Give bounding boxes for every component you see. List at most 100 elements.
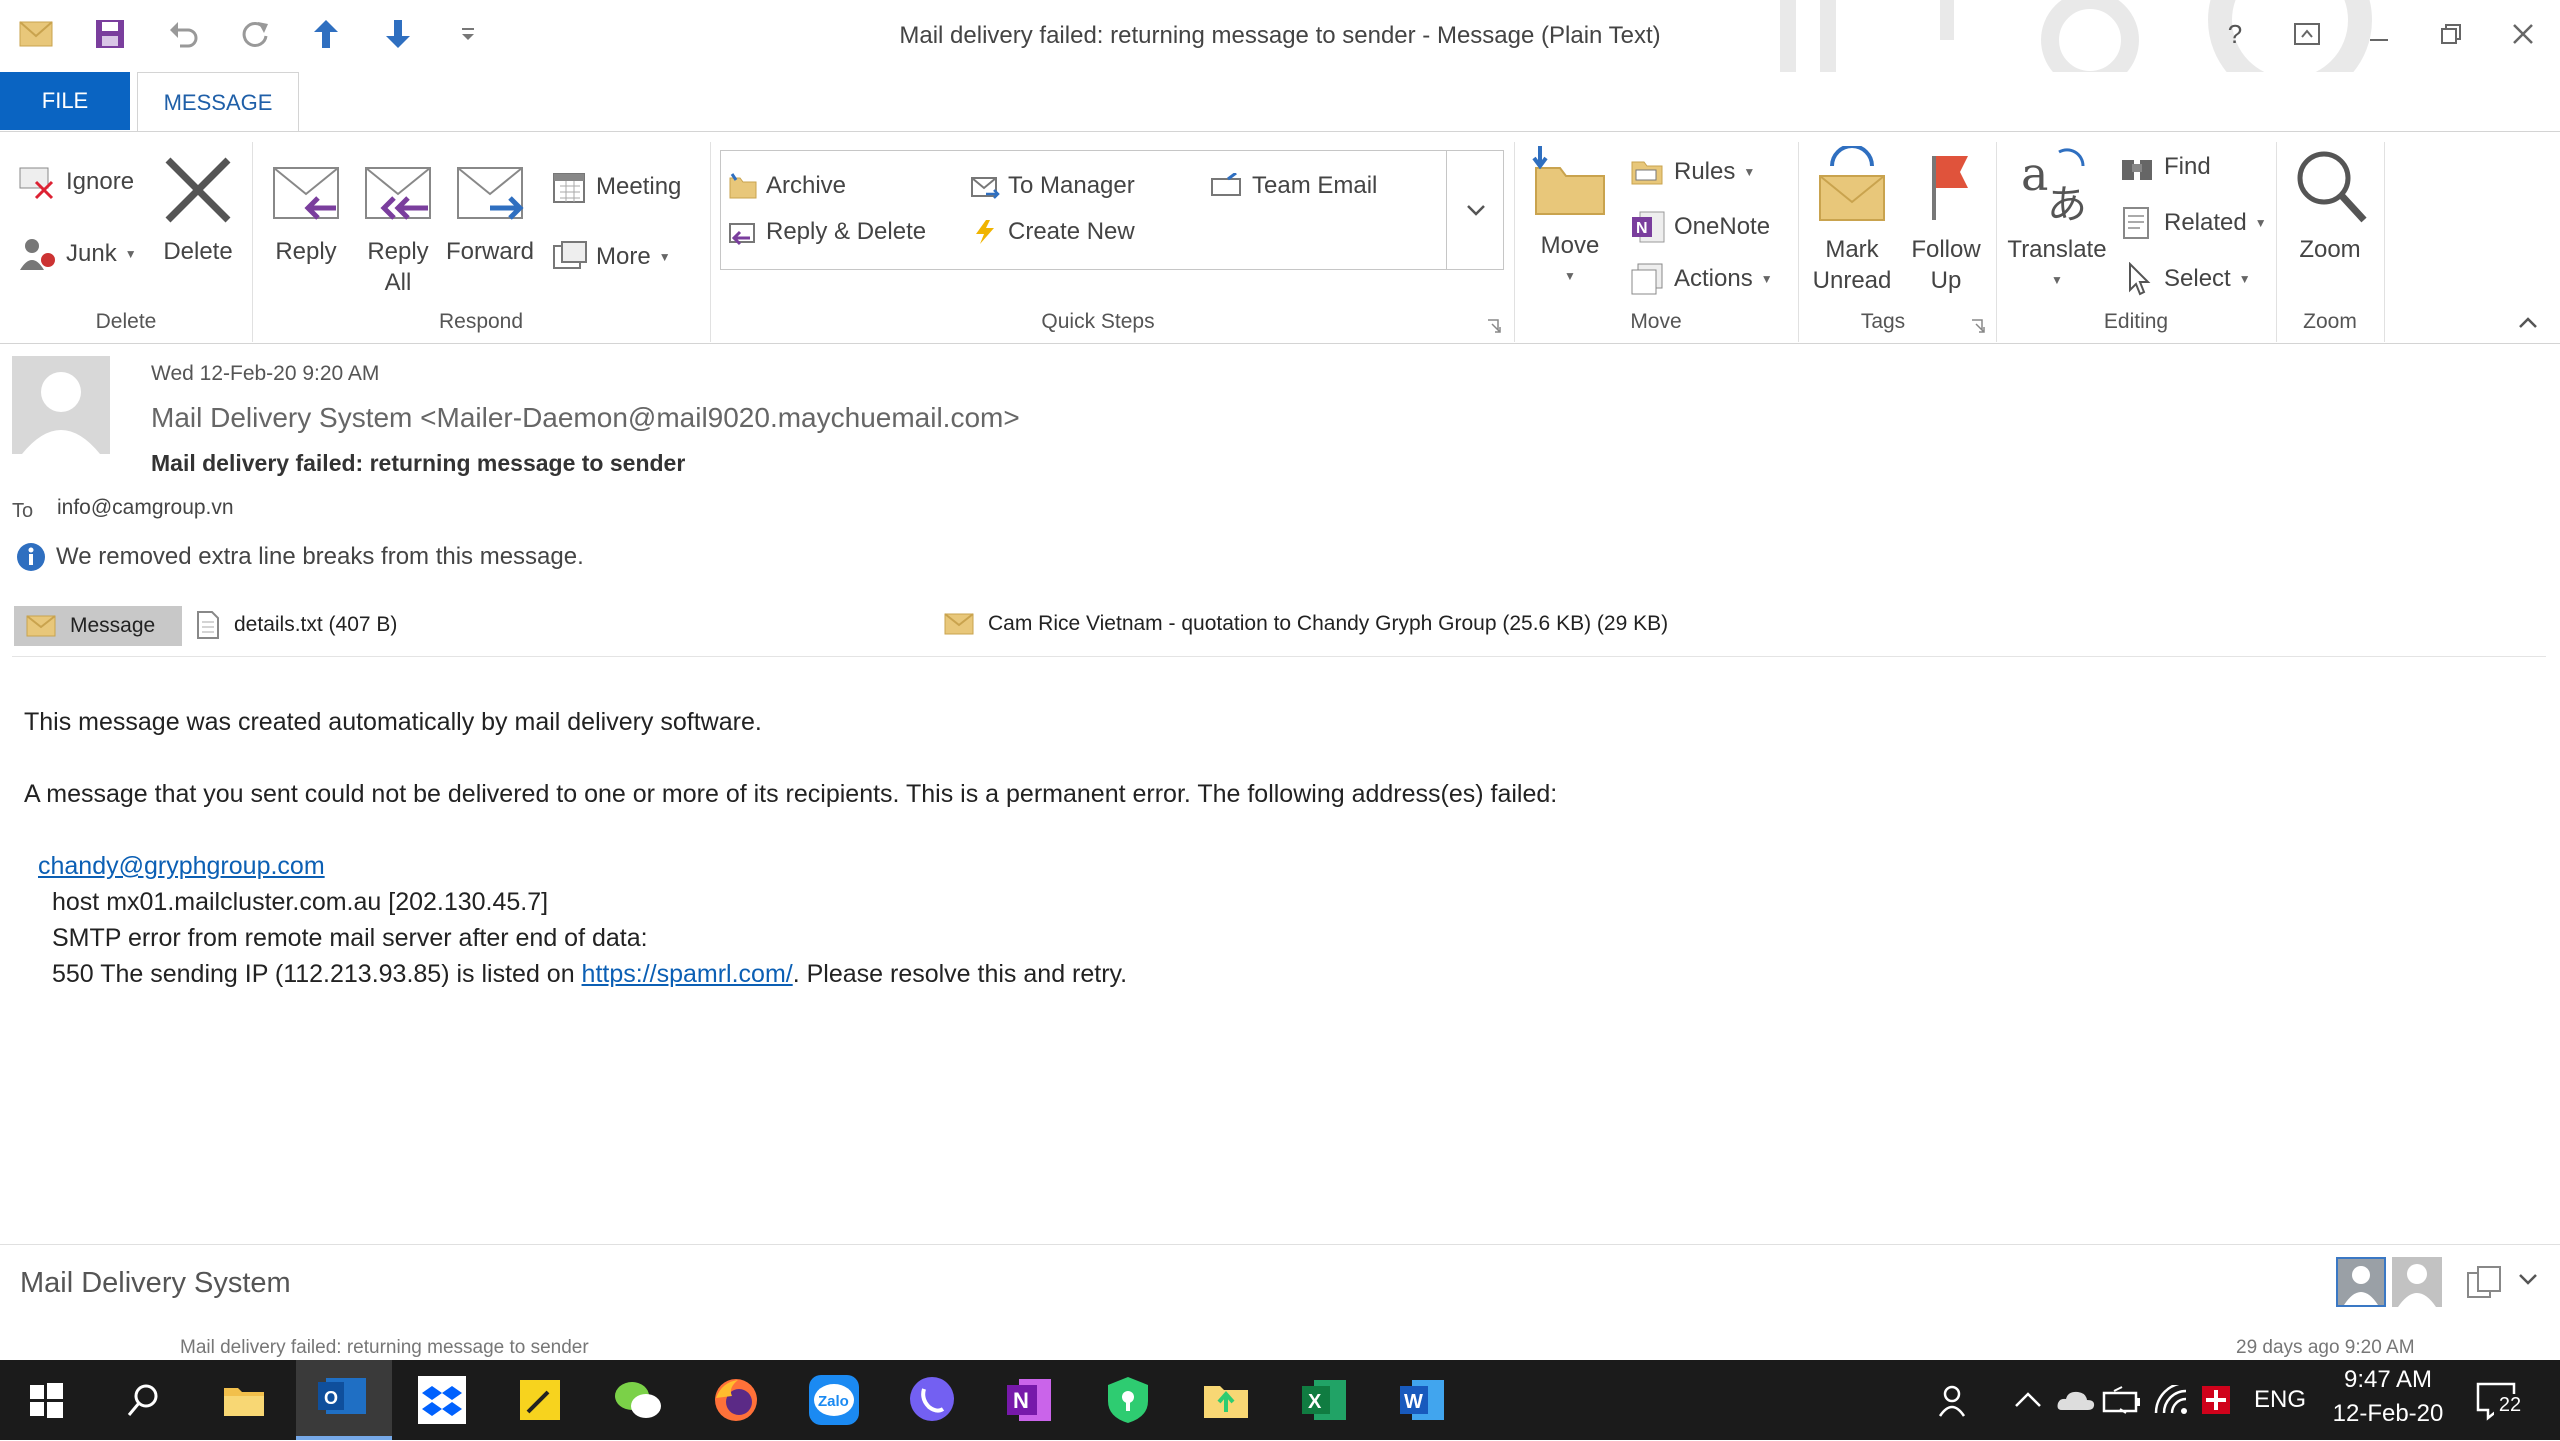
outlook-taskbar-button[interactable]: O [296, 1360, 392, 1440]
quick-step-archive[interactable]: Archive [728, 172, 846, 200]
delete-button[interactable]: Delete [150, 152, 246, 267]
forward-button[interactable]: Forward [442, 148, 538, 267]
word-button[interactable]: W [1394, 1372, 1450, 1428]
ribbon-display-options-icon[interactable] [2282, 12, 2332, 56]
file-share-button[interactable] [1198, 1372, 1254, 1428]
quick-step-create-new[interactable]: Create New [970, 218, 1135, 246]
excel-button[interactable]: X [1296, 1372, 1352, 1428]
people-pane-item[interactable]: Mail delivery failed: returning message … [180, 1337, 589, 1359]
zalo-button[interactable]: Zalo [806, 1372, 862, 1428]
to-recipient[interactable]: info@camgroup.vn [57, 496, 234, 520]
search-button[interactable] [116, 1372, 172, 1428]
create-new-lightning-icon [976, 220, 994, 244]
people-pane-view-toggle-icon[interactable] [2466, 1265, 2502, 1301]
actions-dropdown-icon: ▼ [1760, 272, 1773, 286]
attachment-message-tab[interactable]: Message [14, 606, 182, 646]
ignore-label: Ignore [66, 168, 135, 195]
battery-charging-icon[interactable] [2094, 1372, 2150, 1428]
start-button[interactable] [18, 1372, 74, 1428]
body-host: host mx01.mailcluster.com.au [202.130.45… [52, 888, 549, 916]
title-bar: Mail delivery failed: returning message … [0, 0, 2560, 72]
message-from[interactable]: Mail Delivery System <Mailer-Daemon@mail… [151, 402, 1020, 434]
follow-up-button[interactable]: Follow Up [1900, 146, 1992, 296]
follow-up-label-line2: Up [1930, 267, 1962, 294]
input-language[interactable]: ENG [2254, 1386, 2306, 1414]
attachment-details[interactable]: details.txt (407 B) [196, 610, 397, 640]
zoom-group-label: Zoom [2303, 310, 2357, 333]
minimize-icon[interactable] [2354, 12, 2404, 56]
quick-steps-group-label: Quick Steps [1041, 310, 1155, 333]
tab-file[interactable]: FILE [0, 72, 130, 130]
reply-all-button[interactable]: Reply All [352, 148, 444, 298]
spam-list-link[interactable]: https://spamrl.com/ [582, 960, 793, 988]
junk-icon [20, 239, 55, 270]
find-label: Find [2164, 153, 2211, 180]
help-button[interactable]: ? [2210, 12, 2260, 56]
ignore-button[interactable]: Ignore [18, 164, 134, 200]
translate-icon: aあ [2021, 147, 2087, 228]
quick-steps-expand-button[interactable] [1446, 150, 1505, 270]
tab-message[interactable]: MESSAGE [137, 72, 299, 132]
delete-group-label: Delete [95, 310, 157, 333]
quick-step-to-manager[interactable]: To Manager [970, 172, 1135, 200]
onenote-button[interactable]: N OneNote [1630, 210, 1770, 244]
quick-step-team-email[interactable]: Team Email [1210, 172, 1377, 200]
more-respond-button[interactable]: More ▼ [552, 240, 671, 274]
viber-button[interactable] [904, 1372, 960, 1428]
reply-delete-label: Reply & Delete [766, 218, 927, 245]
zoom-button[interactable]: Zoom [2284, 146, 2376, 265]
related-button[interactable]: Related ▼ [2120, 206, 2267, 240]
tags-dialog-launcher-icon[interactable] [1970, 318, 1986, 334]
more-label: More [596, 243, 651, 270]
move-group-label: Move [1630, 310, 1682, 333]
text-file-icon [197, 611, 219, 639]
header-divider [12, 656, 2546, 657]
people-pane-contact-avatar[interactable] [2336, 1257, 2386, 1307]
quick-steps-dialog-launcher-icon[interactable] [1486, 318, 1502, 334]
quick-step-reply-delete[interactable]: Reply & Delete [728, 218, 926, 246]
reply-button[interactable]: Reply [260, 148, 352, 267]
dropbox-button[interactable] [414, 1372, 470, 1428]
info-bar-text: We removed extra line breaks from this m… [56, 543, 584, 570]
related-label: Related [2164, 209, 2247, 236]
wechat-button[interactable] [610, 1372, 666, 1428]
restore-icon[interactable] [2426, 12, 2476, 56]
people-pane-name: Mail Delivery System [20, 1267, 291, 1299]
body-smtp: SMTP error from remote mail server after… [52, 924, 648, 952]
follow-up-flag-icon [1932, 156, 1968, 220]
file-explorer-button[interactable] [216, 1372, 272, 1428]
body-error-prefix: 550 The sending IP (112.213.93.85) is li… [52, 960, 582, 988]
mark-unread-button[interactable]: Mark Unread [1804, 144, 1900, 296]
system-clock[interactable]: 9:47 AM 12-Feb-20 [2328, 1366, 2448, 1428]
failed-recipient-link[interactable]: chandy@gryphgroup.com [38, 852, 325, 881]
translate-button[interactable]: aあ Translate ▼ [2002, 144, 2112, 296]
antivirus-tray-icon[interactable] [2190, 1372, 2246, 1428]
folder-icon [224, 1388, 264, 1416]
person-icon [2398, 1264, 2436, 1307]
rules-button[interactable]: Rules ▼ [1630, 156, 1755, 188]
clock-time: 9:47 AM [2343, 1366, 2433, 1393]
close-icon[interactable] [2498, 12, 2548, 56]
select-button[interactable]: Select ▼ [2120, 262, 2251, 296]
windows-logo-icon [30, 1383, 63, 1418]
actions-button[interactable]: Actions ▼ [1630, 262, 1773, 296]
find-button[interactable]: Find [2120, 152, 2211, 182]
firefox-button[interactable] [708, 1372, 764, 1428]
meeting-button[interactable]: Meeting [552, 170, 681, 204]
junk-button[interactable]: Junk ▼ [18, 236, 137, 272]
message-date: Wed 12-Feb-20 9:20 AM [151, 362, 380, 385]
attachment-quotation[interactable]: Cam Rice Vietnam - quotation to Chandy G… [944, 612, 1668, 636]
ribbon: Ignore Junk ▼ Delete Delete Reply Reply … [0, 131, 2560, 344]
sticky-notes-button[interactable] [512, 1372, 568, 1428]
people-pane-expand-icon[interactable] [2516, 1271, 2544, 1293]
junk-label: Junk [66, 240, 117, 267]
onenote-taskbar-button[interactable]: N [1002, 1372, 1058, 1428]
collapse-ribbon-icon[interactable] [2516, 314, 2544, 336]
outlook-icon: O [318, 1378, 366, 1414]
message-subject: Mail delivery failed: returning message … [151, 450, 686, 476]
vpn-app-button[interactable] [1100, 1372, 1156, 1428]
people-pane-user-avatar[interactable] [2392, 1257, 2442, 1307]
move-button[interactable]: Move ▼ [1524, 142, 1616, 292]
people-taskbar-icon[interactable] [1928, 1372, 1984, 1428]
quick-steps-gallery [720, 150, 1504, 270]
